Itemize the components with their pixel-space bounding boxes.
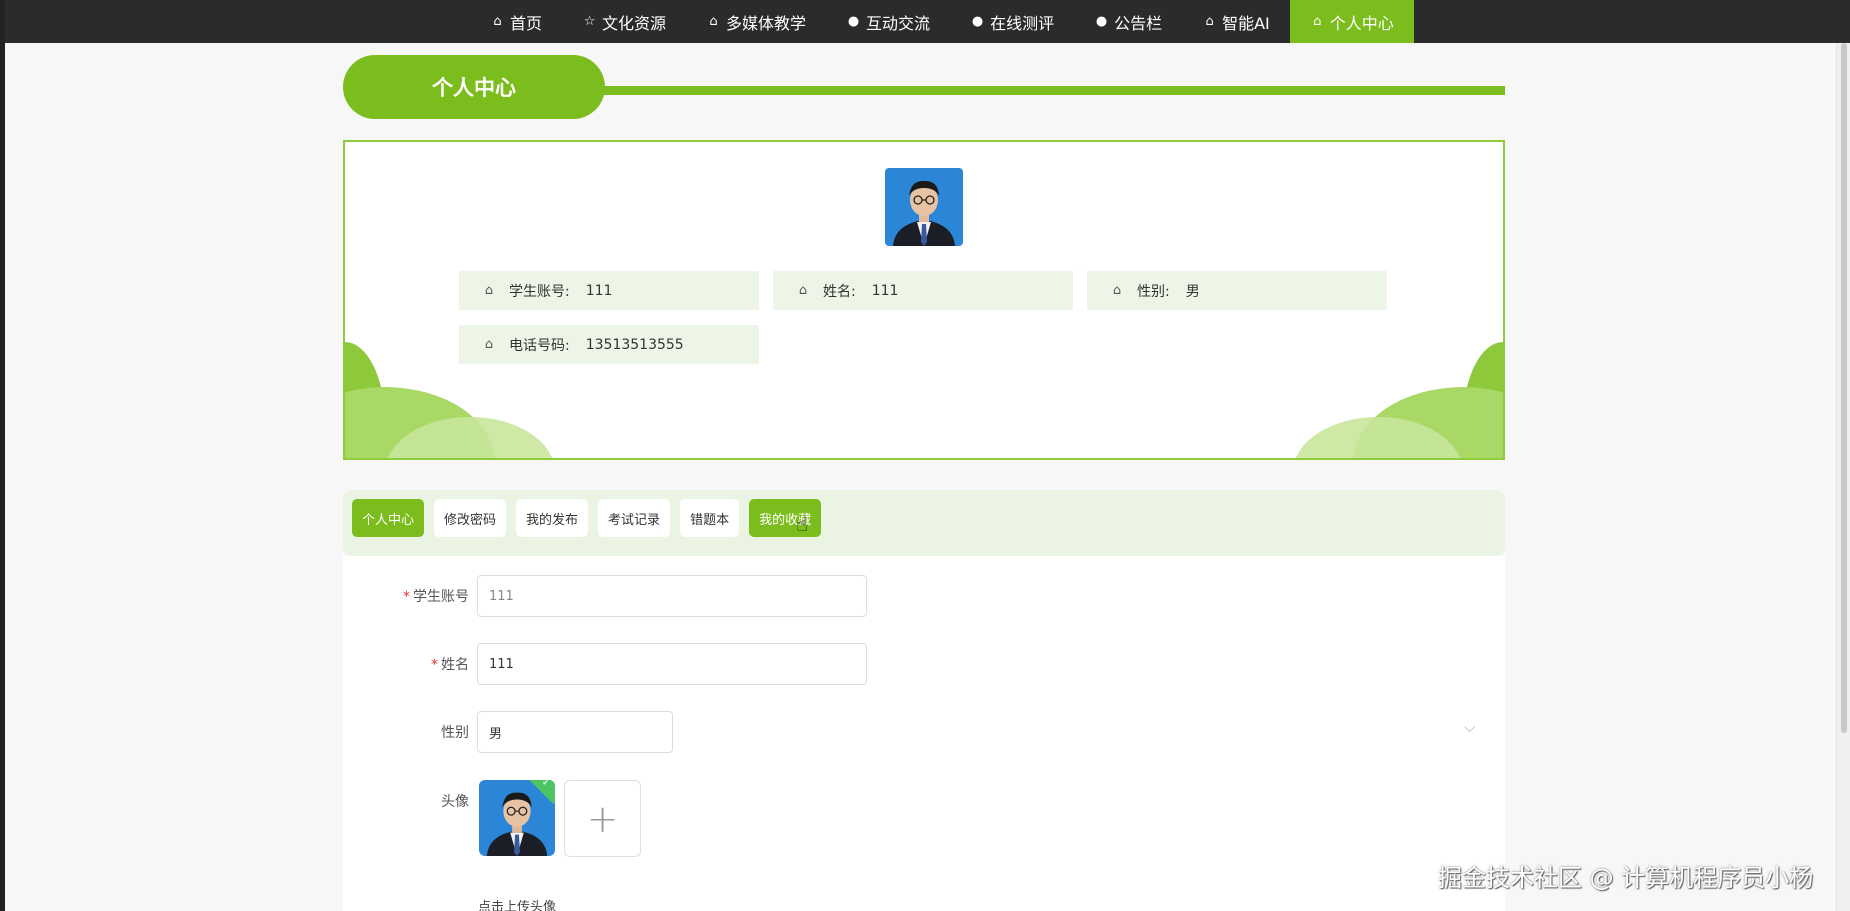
nav-item-label: 智能AI [1222, 13, 1270, 33]
info-value: 13513513555 [585, 336, 684, 353]
house-icon: ⌂ [493, 14, 502, 29]
name-input[interactable]: 111 [477, 643, 867, 685]
nav-item-culture-resources[interactable]: ☆ 文化资源 [562, 0, 686, 43]
field-label-gender: 性别 [441, 725, 469, 741]
nav-item-personal-center[interactable]: ⌂ 个人中心 [1289, 0, 1414, 43]
tab-list: 个人中心 修改密码 我的发布 考试记录 错题本 我的收藏 [352, 499, 831, 537]
plus-icon: + [586, 796, 619, 841]
chevron-down-icon[interactable]: ⌵ [1464, 720, 1475, 736]
scrollbar-thumb[interactable] [1841, 43, 1847, 733]
section-divider-line [593, 86, 1505, 95]
uploaded-avatar-thumbnail[interactable]: ✓ [479, 780, 555, 856]
house-icon: ⌂ [1112, 283, 1122, 298]
nav-item-label: 互动交流 [866, 13, 931, 33]
info-icon: ● [1095, 14, 1108, 29]
nav-item-interaction[interactable]: ● 互动交流 [826, 0, 950, 43]
house-icon: ⌂ [484, 283, 494, 298]
field-label-student-account: * 学生账号 [403, 589, 469, 605]
nav-item-label: 个人中心 [1329, 13, 1394, 33]
info-value: 111 [871, 282, 899, 299]
house-icon: ⌂ [484, 337, 494, 352]
house-icon: ⌂ [1205, 14, 1214, 29]
profile-form: * 学生账号 111 * 姓名 111 性别 男 ⌵ 头像 ✓ + 点击上传头像 [343, 556, 1505, 911]
nav-item-home[interactable]: ⌂ 首页 [470, 0, 562, 43]
hand-cursor-icon: ☝ [796, 512, 809, 536]
nav-item-label: 在线测评 [990, 13, 1055, 33]
avatar [885, 168, 963, 246]
info-label: 性别: [1137, 283, 1170, 300]
left-edge-strip [0, 0, 5, 911]
tabs-strip: 个人中心 修改密码 我的发布 考试记录 错题本 我的收藏 [343, 490, 1505, 556]
info-value: 111 [585, 282, 613, 299]
gender-select[interactable]: 男 [477, 711, 673, 753]
info-label: 姓名: [823, 283, 856, 300]
alert-icon: ● [847, 14, 860, 29]
nav-list: ⌂ 首页 ☆ 文化资源 ⌂ 多媒体教学 ● 互动交流 ● 在线测评 ● 公告栏 ⌂ 智能AI … [470, 0, 1414, 43]
info-student-account: ⌂ 学生账号: 111 [459, 271, 759, 310]
field-label-name: * 姓名 [431, 657, 469, 673]
nav-item-multimedia-teaching[interactable]: ⌂ 多媒体教学 [686, 0, 826, 43]
section-header: 个人中心 [343, 55, 1505, 119]
nav-item-label: 公告栏 [1114, 13, 1163, 33]
question-icon: ● [971, 14, 984, 29]
watermark: 掘金技术社区 @ 计算机程序员小杨 [1438, 858, 1813, 893]
upload-hint: 点击上传头像 [478, 900, 557, 911]
nav-item-label: 文化资源 [602, 13, 667, 33]
nav-item-label: 多媒体教学 [726, 13, 807, 33]
house-icon: ⌂ [798, 283, 808, 298]
section-title: 个人中心 [343, 55, 605, 119]
star-icon: ☆ [583, 14, 596, 29]
student-account-input[interactable]: 111 [477, 575, 867, 617]
tab-wrong-questions[interactable]: 错题本 [680, 499, 740, 537]
info-phone: ⌂ 电话号码: 13513513555 [459, 325, 759, 364]
tab-personal-center[interactable]: 个人中心 [352, 499, 425, 537]
nav-item-label: 首页 [510, 13, 543, 33]
info-name: ⌂ 姓名: 111 [773, 271, 1073, 310]
nav-item-bulletin[interactable]: ● 公告栏 [1074, 0, 1182, 43]
top-navigation: ⌂ 首页 ☆ 文化资源 ⌂ 多媒体教学 ● 互动交流 ● 在线测评 ● 公告栏 ⌂ 智能AI … [5, 0, 1850, 43]
vertical-scrollbar[interactable] [1836, 43, 1850, 911]
info-label: 学生账号: [509, 283, 570, 300]
bag-icon: ⌂ [709, 14, 718, 29]
house-icon: ⌂ [1313, 14, 1322, 29]
field-label-avatar: 头像 [441, 794, 469, 810]
info-label: 电话号码: [509, 337, 570, 354]
tab-my-posts[interactable]: 我的发布 [516, 499, 589, 537]
watermark-text: 掘金技术社区 @ 计算机程序员小杨 [1438, 864, 1814, 892]
nav-item-online-assessment[interactable]: ● 在线测评 [950, 0, 1074, 43]
info-value: 男 [1185, 283, 1200, 300]
profile-card: ⌂ 学生账号: 111 ⌂ 姓名: 111 ⌂ 性别: 男 ⌂ 电话号码: 13… [343, 140, 1505, 460]
tab-exam-records[interactable]: 考试记录 [598, 499, 671, 537]
info-gender: ⌂ 性别: 男 [1087, 271, 1387, 310]
tab-my-favorites[interactable]: 我的收藏 [749, 499, 822, 537]
tab-change-password[interactable]: 修改密码 [434, 499, 507, 537]
upload-add-button[interactable]: + [564, 780, 641, 857]
nav-item-smart-ai[interactable]: ⌂ 智能AI [1182, 0, 1290, 43]
